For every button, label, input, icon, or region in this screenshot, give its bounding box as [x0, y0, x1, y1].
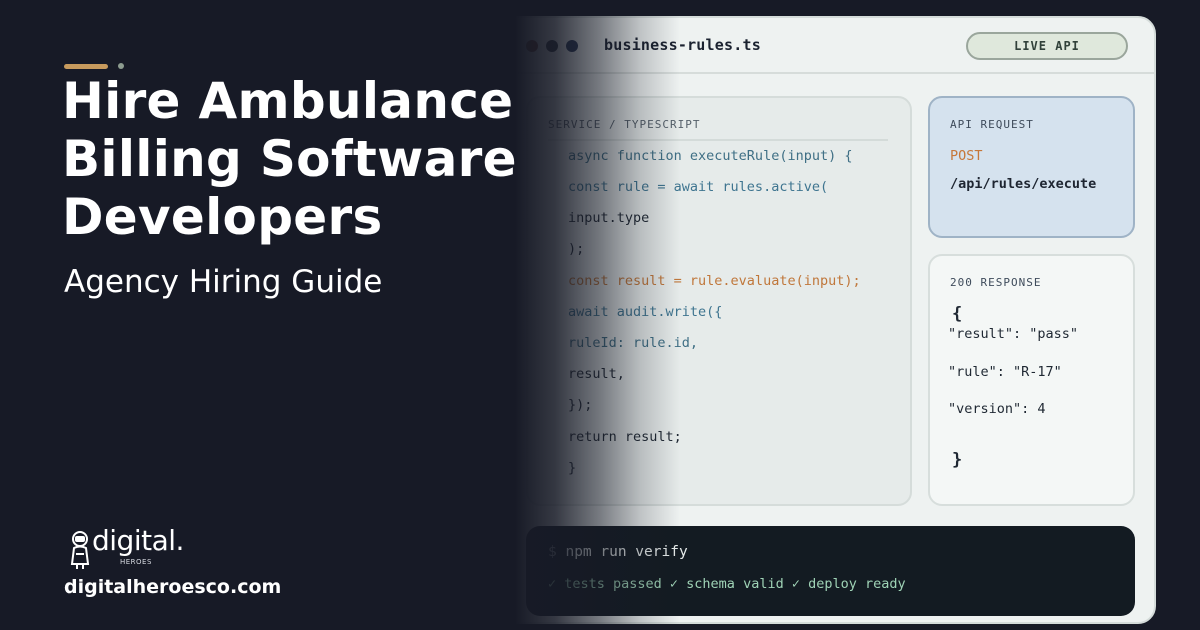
code-line: return result;	[568, 429, 682, 445]
code-line: await audit.write({	[568, 304, 723, 320]
http-method: POST	[950, 148, 983, 164]
json-line: "rule": "R-17"	[948, 364, 1062, 380]
code-panel-label: SERVICE / TYPESCRIPT	[548, 118, 701, 131]
accent-bar	[64, 64, 108, 69]
window-close-dot[interactable]	[526, 40, 538, 52]
code-line: });	[568, 397, 593, 413]
api-request-label: API REQUEST	[950, 118, 1034, 131]
headline-line: Billing Software	[62, 130, 517, 188]
code-editor-mockup: business-rules.ts LIVE API SERVICE / TYP…	[500, 16, 1156, 624]
logo-wordmark: digital.	[92, 524, 184, 557]
code-line: async function executeRule(input) {	[568, 148, 853, 164]
code-line: result,	[568, 366, 625, 382]
api-response-panel: 200 RESPONSE { "result": "pass" "rule": …	[928, 254, 1135, 506]
api-response-label: 200 RESPONSE	[950, 276, 1042, 289]
editor-filename: business-rules.ts	[604, 36, 761, 54]
terminal-command: npm run verify	[565, 544, 688, 560]
page-subheadline: Agency Hiring Guide	[64, 264, 383, 300]
code-line: );	[568, 241, 585, 257]
website-url[interactable]: digitalheroesco.com	[64, 576, 281, 598]
json-line: "version": 4	[948, 401, 1046, 417]
code-panel: SERVICE / TYPESCRIPT async function exec…	[526, 96, 912, 506]
logo-subtext: HEROES	[120, 558, 152, 566]
page-headline: Hire Ambulance Billing Software Develope…	[62, 72, 522, 246]
terminal-output: ✓ tests passed ✓ schema valid ✓ deploy r…	[548, 576, 906, 592]
terminal-panel: $ npm run verify ✓ tests passed ✓ schema…	[526, 526, 1135, 616]
code-line: const result = rule.evaluate(input);	[568, 273, 861, 289]
json-open-brace: {	[952, 304, 963, 324]
api-request-panel: API REQUEST POST /api/rules/execute	[928, 96, 1135, 238]
code-line: }	[568, 460, 577, 476]
terminal-command-line: $ npm run verify	[548, 544, 688, 560]
api-endpoint-path: /api/rules/execute	[950, 176, 1097, 192]
window-minimize-dot[interactable]	[546, 40, 558, 52]
json-close-brace: }	[952, 450, 963, 470]
astronaut-icon	[70, 531, 90, 569]
live-api-badge[interactable]: LIVE API	[966, 32, 1128, 60]
editor-titlebar: business-rules.ts LIVE API	[502, 18, 1154, 74]
json-line: "result": "pass"	[948, 326, 1079, 342]
terminal-prompt: $	[548, 544, 557, 560]
code-line: const rule = await rules.active(	[568, 179, 829, 195]
headline-line: Developers	[62, 188, 383, 246]
accent-dot	[118, 63, 124, 69]
code-panel-divider	[548, 139, 888, 141]
digital-heroes-logo[interactable]: digital. HEROES	[68, 524, 198, 572]
code-line: ruleId: rule.id,	[568, 335, 699, 351]
headline-line: Hire Ambulance	[62, 72, 514, 130]
code-line: input.type	[568, 210, 650, 226]
window-maximize-dot[interactable]	[566, 40, 578, 52]
